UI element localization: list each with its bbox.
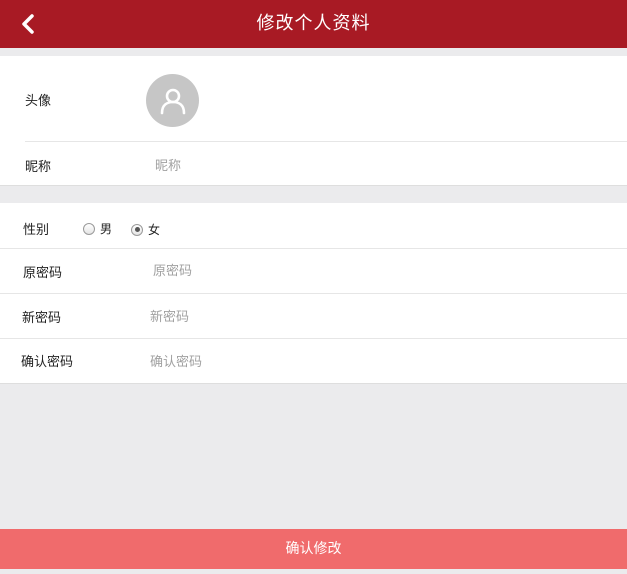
nickname-label: 昵称 bbox=[25, 160, 52, 175]
top-bar: 修改个人资料 bbox=[0, 0, 627, 48]
radio-male[interactable] bbox=[83, 222, 95, 235]
old-password-input[interactable] bbox=[153, 259, 453, 283]
new-password-input[interactable] bbox=[150, 305, 450, 329]
page-title: 修改个人资料 bbox=[256, 13, 371, 34]
old-password-label: 原密码 bbox=[23, 266, 63, 281]
confirm-button[interactable]: 确认修改 bbox=[0, 529, 627, 569]
profile-card: 头像 昵称 bbox=[0, 56, 627, 186]
gender-label: 性别 bbox=[23, 223, 50, 238]
confirm-password-label: 确认密码 bbox=[21, 355, 74, 370]
divider bbox=[0, 293, 627, 294]
avatar[interactable] bbox=[146, 74, 199, 127]
gender-female-label: 女 bbox=[148, 223, 161, 237]
nickname-input[interactable] bbox=[155, 154, 455, 178]
new-password-label: 新密码 bbox=[22, 311, 62, 326]
divider bbox=[0, 338, 627, 339]
radio-female[interactable] bbox=[131, 223, 143, 236]
divider bbox=[25, 141, 627, 142]
gender-male-option[interactable]: 男 bbox=[83, 220, 112, 237]
gender-male-label: 男 bbox=[100, 222, 113, 236]
account-card: 性别 男 女 原密码 新密码 确认密码 bbox=[0, 203, 627, 384]
confirm-password-input[interactable] bbox=[150, 350, 450, 374]
avatar-label: 头像 bbox=[25, 94, 52, 109]
user-icon bbox=[160, 88, 185, 114]
gender-female-option[interactable]: 女 bbox=[131, 221, 160, 238]
divider bbox=[0, 248, 627, 249]
